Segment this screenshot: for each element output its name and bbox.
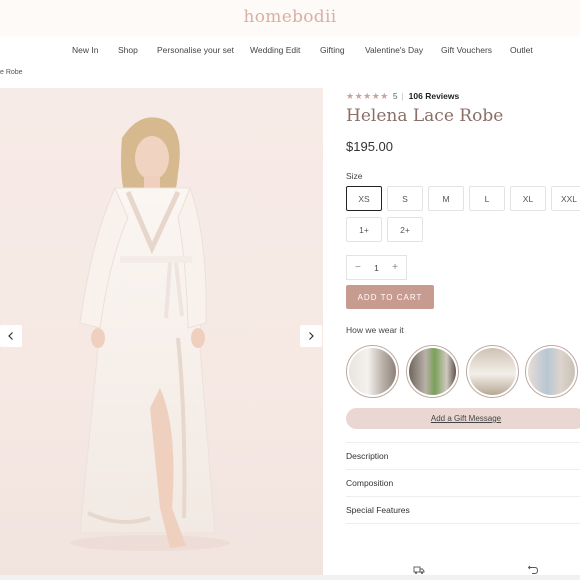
product-title: Helena Lace Robe: [346, 106, 504, 126]
size-option-xxl[interactable]: XXL: [551, 186, 580, 211]
gallery-next-button[interactable]: [300, 325, 322, 347]
product-gallery: [0, 88, 323, 575]
chevron-right-icon: [309, 332, 314, 340]
nav-item-gifting[interactable]: Gifting: [320, 45, 345, 55]
size-option-xl[interactable]: XL: [510, 186, 546, 211]
accordion-description[interactable]: Description: [346, 442, 580, 469]
nav-item-outlet[interactable]: Outlet: [510, 45, 533, 55]
size-option-2plus[interactable]: 2+: [387, 217, 423, 242]
product-rating: ★★★★★ 5 | 106 Reviews: [346, 90, 459, 102]
rating-separator: |: [401, 91, 404, 101]
chevron-left-icon: [8, 332, 13, 340]
nav-item-new-in[interactable]: New In: [72, 45, 98, 55]
quantity-value[interactable]: 1: [374, 263, 379, 273]
accordion-composition[interactable]: Composition: [346, 469, 580, 496]
add-gift-message-button[interactable]: Add a Gift Message: [346, 408, 580, 429]
reviews-link[interactable]: 106 Reviews: [409, 91, 460, 101]
quantity-decrease-button[interactable]: −: [355, 262, 361, 273]
quantity-stepper: − 1 +: [346, 255, 407, 280]
nav-item-valentines[interactable]: Valentine's Day: [365, 45, 423, 55]
size-option-1plus[interactable]: 1+: [346, 217, 382, 242]
size-label: Size: [346, 171, 363, 181]
main-nav: New In Shop Personalise your set Wedding…: [0, 45, 580, 57]
gallery-prev-button[interactable]: [0, 325, 22, 347]
nav-item-shop[interactable]: Shop: [118, 45, 138, 55]
size-option-s[interactable]: S: [387, 186, 423, 211]
wear-section-label: How we wear it: [346, 325, 404, 335]
product-image: [70, 117, 230, 551]
size-option-l[interactable]: L: [469, 186, 505, 211]
brand-logo[interactable]: homebodii: [0, 7, 580, 27]
wear-thumbnail-3[interactable]: [466, 345, 519, 398]
wear-thumbnail-1[interactable]: [346, 345, 399, 398]
rating-stars: ★★★★★: [346, 90, 389, 101]
nav-item-gift-vouchers[interactable]: Gift Vouchers: [441, 45, 492, 55]
wear-thumbnail-2[interactable]: [406, 345, 459, 398]
size-option-xs[interactable]: XS: [346, 186, 382, 211]
rating-value: 5: [392, 91, 398, 101]
accordion-divider: [346, 523, 580, 524]
add-to-cart-button[interactable]: ADD TO CART: [346, 285, 434, 309]
site-header: homebodii: [0, 0, 580, 36]
wear-thumbnail-4[interactable]: [525, 345, 578, 398]
bottom-strip: [0, 575, 580, 580]
nav-item-wedding-edit[interactable]: Wedding Edit: [250, 45, 300, 55]
size-option-m[interactable]: M: [428, 186, 464, 211]
product-price: $195.00: [346, 139, 393, 154]
accordion-special-features[interactable]: Special Features: [346, 496, 580, 523]
nav-item-personalise[interactable]: Personalise your set: [157, 45, 234, 55]
quantity-increase-button[interactable]: +: [392, 262, 398, 273]
breadcrumb[interactable]: e Robe: [0, 69, 23, 76]
